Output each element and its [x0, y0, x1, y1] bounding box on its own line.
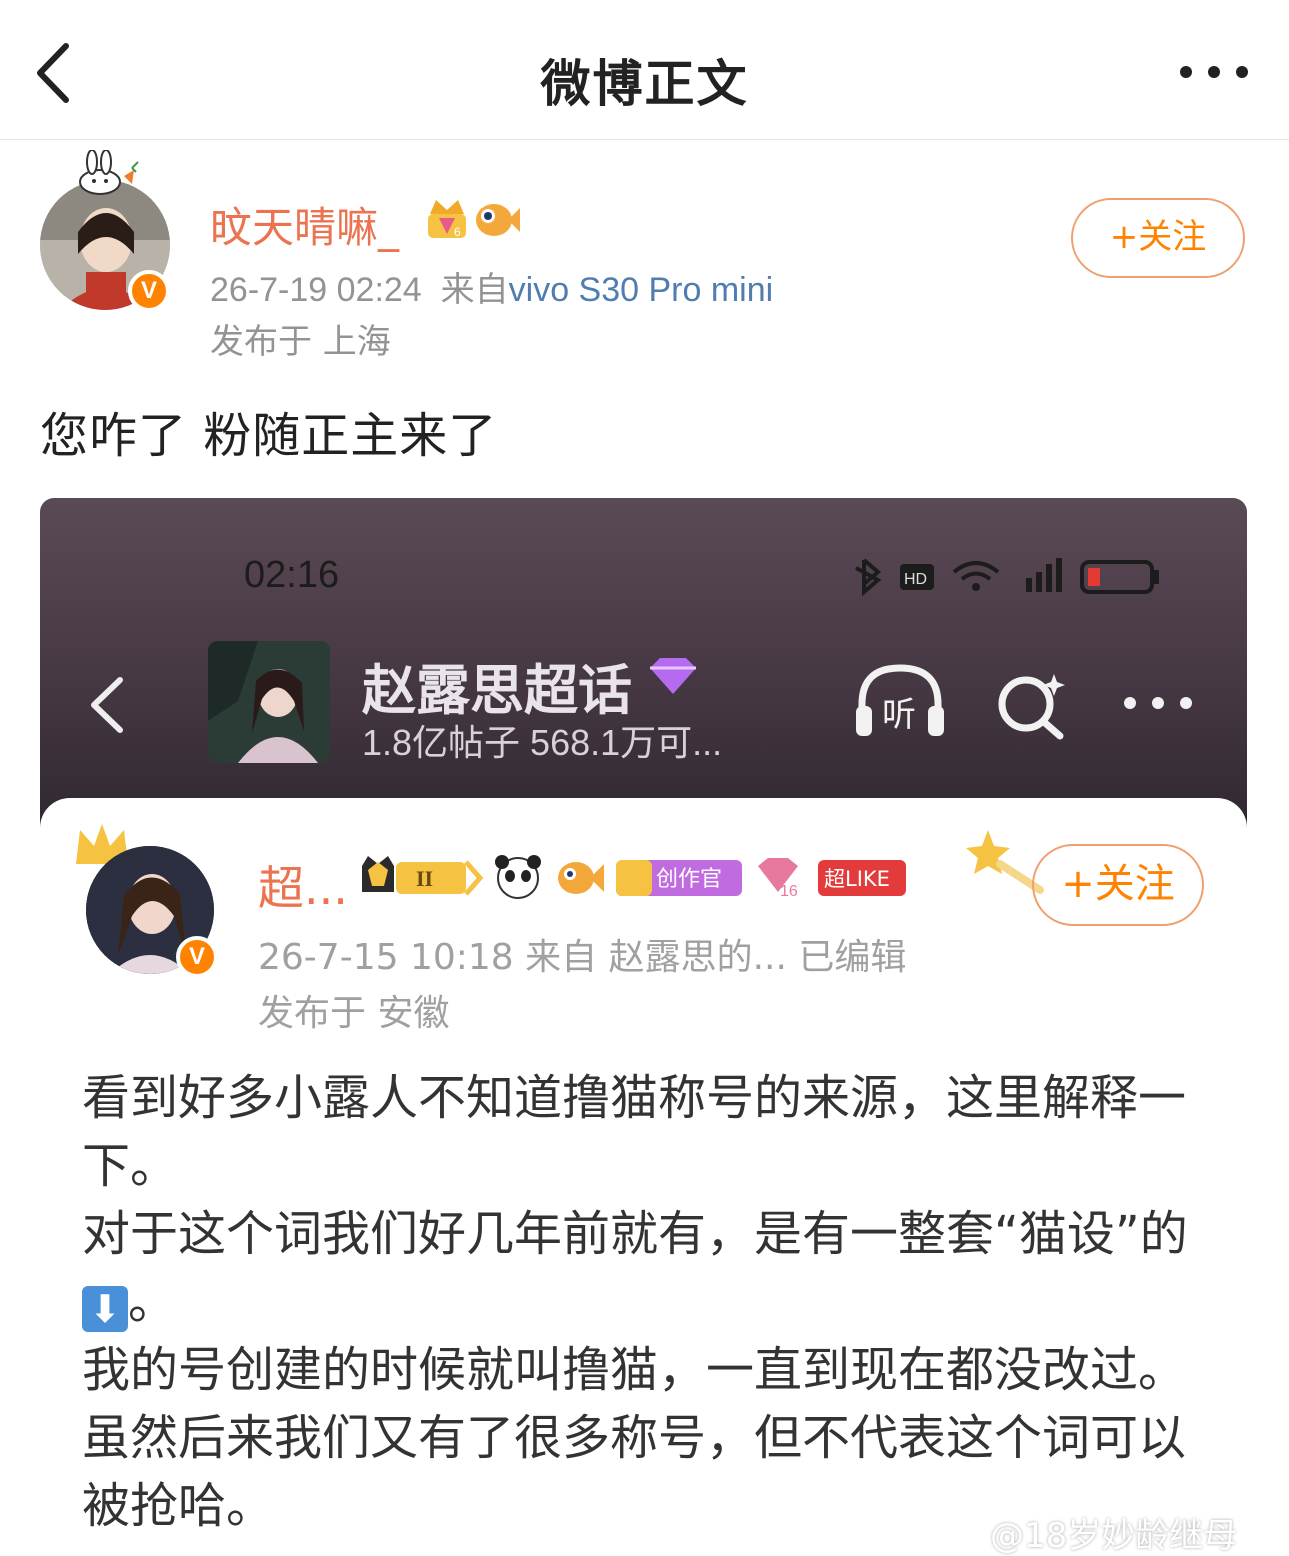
page-title: 微博正文	[540, 55, 749, 113]
screenshot-author-name: 超...	[258, 861, 348, 915]
screenshot-back-icon	[91, 677, 123, 733]
screenshot-post-body: 看到好多小露人不知道撸猫称号的来源，这里解释一下。 对于这个词我们好几年前就有，…	[82, 1064, 1212, 1540]
fish-badge-icon	[558, 862, 604, 894]
screenshot-more-icon	[1124, 697, 1192, 709]
screenshot-verified-badge: V	[176, 936, 218, 978]
screenshot-body-line: 看到好多小露人不知道撸猫称号的来源，这里解释一下。	[82, 1070, 1187, 1194]
bunny-decoration-icon	[79, 150, 139, 195]
diamond-badge-icon: 16	[758, 858, 798, 900]
crown-level-badge-icon: II	[362, 856, 484, 896]
source-prefix: 来自	[440, 271, 509, 309]
battery-icon	[1080, 560, 1159, 594]
status-bar-icons: HD	[855, 558, 1159, 597]
weibo-watermark: @18岁妙龄继母	[990, 1516, 1238, 1556]
screenshot-body-line: 对于这个词我们好几年前就有，是有一整套“猫设”的⬇。	[82, 1206, 1188, 1332]
screenshot-post-location: 发布于 安徽	[258, 993, 450, 1034]
screenshot-status-time: 02:16	[244, 554, 340, 596]
follow-button[interactable]: +关注	[1071, 198, 1245, 278]
verified-badge: V	[128, 270, 170, 312]
down-arrow-emoji-icon: ⬇	[82, 1286, 128, 1332]
screenshot-badges-row: II 创作官 16 超LIKE	[362, 855, 906, 900]
bluetooth-icon	[855, 558, 882, 597]
post-meta: 26-7-19 02:24 来自vivo S30 Pro mini	[210, 262, 773, 311]
post-text: 您咋了 粉随正主来了	[40, 408, 498, 464]
more-button[interactable]	[1172, 52, 1256, 92]
svg-text:创作官: 创作官	[656, 867, 722, 892]
post-source-link[interactable]: vivo S30 Pro mini	[509, 271, 774, 309]
signal-icon	[1026, 558, 1062, 592]
top-nav-bar: 微博正文	[0, 0, 1289, 140]
creator-badge-icon: 创作官	[616, 860, 742, 896]
more-dots-icon	[1180, 66, 1248, 78]
search-sparkle-icon	[998, 674, 1065, 740]
super-like-badge-icon: 超LIKE	[818, 860, 906, 896]
post-location: 发布于 上海	[210, 322, 391, 362]
listen-label: 听	[882, 695, 916, 735]
screenshot-post-meta: 26-7-15 10:18 来自 赵露思的... 已编辑	[258, 937, 907, 978]
svg-text:超LIKE: 超LIKE	[824, 867, 890, 891]
author-name[interactable]: 旼天晴嘛_	[210, 194, 399, 255]
hd-icon: HD	[900, 564, 934, 590]
svg-text:HD: HD	[904, 571, 927, 588]
post-time: 26-7-19 02:24	[210, 271, 422, 309]
diamond-topic-badge-icon	[650, 658, 696, 694]
crown-level-badge-icon: 6	[428, 200, 466, 239]
headphones-icon: 听	[856, 664, 944, 736]
svg-text:16: 16	[780, 883, 798, 900]
wifi-icon	[952, 561, 1000, 591]
topic-cover-image	[208, 641, 330, 763]
panda-badge-icon	[495, 855, 541, 899]
svg-text:II: II	[416, 866, 433, 891]
fish-badge-icon	[476, 204, 520, 236]
topic-stats: 1.8亿帖子 568.1万可...	[362, 722, 723, 763]
svg-text:6: 6	[454, 225, 461, 239]
screenshot-follow-button: +关注	[1032, 844, 1204, 926]
embedded-screenshot[interactable]: 02:16 HD 赵露思超话 1.8亿帖子 568.1万可... 听 V 超..…	[40, 498, 1247, 1556]
